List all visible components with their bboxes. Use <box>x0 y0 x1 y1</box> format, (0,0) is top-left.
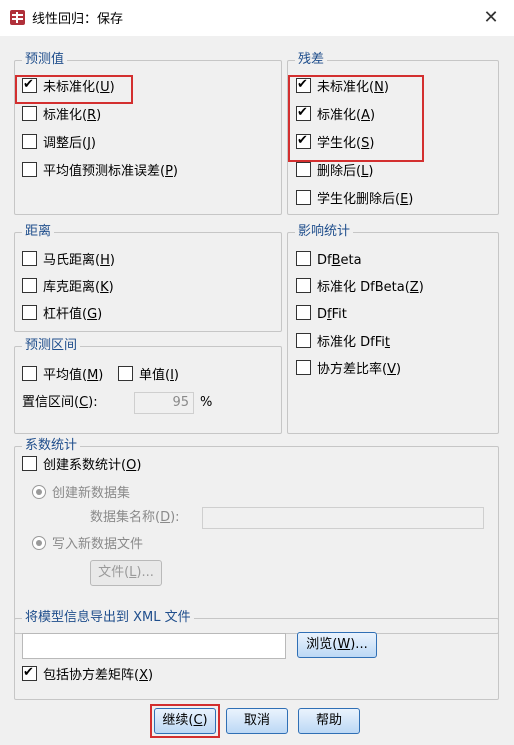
radio-dot[interactable] <box>32 485 46 499</box>
interval-individual-checkbox[interactable]: 单值(I) <box>118 366 179 386</box>
window-title: 线性回归：保存 <box>32 12 124 27</box>
checkbox-box[interactable] <box>22 663 37 683</box>
dialog-window: 线性回归：保存 ✕ 预测值 未标准化(U) 标准化(R) 调整后(J) 平均值预… <box>0 0 514 745</box>
checkbox-box[interactable] <box>22 278 37 293</box>
dataset-name-input[interactable] <box>202 507 484 529</box>
dataset-name-label: 数据集名称(D): <box>90 510 180 525</box>
write-new-data-file-radio[interactable]: 写入新数据文件 <box>32 535 143 555</box>
mahalanobis-checkbox[interactable]: 马氏距离(H) <box>22 251 115 271</box>
browse-button[interactable]: 浏览(W)... <box>297 632 377 658</box>
checkbox-box[interactable] <box>296 278 311 293</box>
influence-statistics-legend: 影响统计 <box>295 224 354 240</box>
highlight-box <box>15 75 133 104</box>
interval-mean-checkbox[interactable]: 平均值(M) <box>22 366 103 386</box>
checkbox-box[interactable] <box>296 360 311 375</box>
checkbox-box[interactable] <box>118 366 133 381</box>
checkbox-box[interactable] <box>22 251 37 266</box>
cooks-checkbox[interactable]: 库克距离(K) <box>22 278 114 298</box>
highlight-box <box>150 704 220 738</box>
residual-deleted-checkbox[interactable]: 删除后(L) <box>296 162 373 182</box>
xml-file-path-input[interactable] <box>22 633 286 659</box>
checkbox-box[interactable] <box>22 162 37 177</box>
dialog-body: 预测值 未标准化(U) 标准化(R) 调整后(J) 平均值预测标准误差(P) 残… <box>0 36 514 745</box>
leverage-checkbox[interactable]: 杠杆值(G) <box>22 305 102 325</box>
prediction-intervals-group: 预测区间 <box>14 338 282 434</box>
confidence-interval-value: 95 <box>172 395 189 410</box>
confidence-interval-input[interactable]: 95 <box>134 392 194 414</box>
checkbox-box[interactable] <box>296 333 311 348</box>
title-bar: 线性回归：保存 ✕ <box>0 0 514 36</box>
checkbox-box[interactable] <box>22 106 37 121</box>
confidence-interval-label: 置信区间(C): <box>22 395 98 410</box>
file-button[interactable]: 文件(L)... <box>90 560 162 586</box>
export-xml-legend: 将模型信息导出到 XML 文件 <box>22 610 194 626</box>
residual-studentized-deleted-checkbox[interactable]: 学生化删除后(E) <box>296 190 413 210</box>
prediction-intervals-legend: 预测区间 <box>22 338 81 354</box>
checkbox-box[interactable] <box>296 162 311 177</box>
cancel-button[interactable]: 取消 <box>226 708 288 734</box>
create-coefficient-stats-checkbox[interactable]: 创建系数统计(O) <box>22 456 141 476</box>
spss-app-icon <box>10 10 25 25</box>
dfbeta-checkbox[interactable]: DfBeta <box>296 251 362 271</box>
checkbox-box[interactable] <box>296 305 311 320</box>
export-xml-group: 将模型信息导出到 XML 文件 <box>14 610 499 700</box>
checkbox-box[interactable] <box>296 190 311 205</box>
checkbox-box[interactable] <box>22 456 37 471</box>
radio-dot[interactable] <box>32 536 46 550</box>
help-button[interactable]: 帮助 <box>298 708 360 734</box>
standardized-dffit-checkbox[interactable]: 标准化 DfFit <box>296 333 390 353</box>
checkbox-box[interactable] <box>296 251 311 266</box>
covariance-ratio-checkbox[interactable]: 协方差比率(V) <box>296 360 401 380</box>
coefficient-statistics-legend: 系数统计 <box>22 438 81 454</box>
predicted-adjusted-checkbox[interactable]: 调整后(J) <box>22 134 96 154</box>
checkbox-box[interactable] <box>22 366 37 381</box>
residuals-legend: 残差 <box>295 52 328 68</box>
predicted-standardized-checkbox[interactable]: 标准化(R) <box>22 106 101 126</box>
dffit-checkbox[interactable]: DfFit <box>296 305 347 325</box>
highlight-box <box>288 75 424 162</box>
checkbox-box[interactable] <box>22 134 37 149</box>
predicted-values-legend: 预测值 <box>22 52 68 68</box>
create-new-dataset-radio[interactable]: 创建新数据集 <box>32 484 130 504</box>
percent-sign: % <box>200 395 213 410</box>
distances-legend: 距离 <box>22 224 55 240</box>
predicted-se-mean-checkbox[interactable]: 平均值预测标准误差(P) <box>22 162 178 182</box>
include-covariance-checkbox[interactable]: 包括协方差矩阵(X) <box>22 663 153 686</box>
checkbox-box[interactable] <box>22 305 37 320</box>
close-icon[interactable]: ✕ <box>478 5 504 31</box>
standardized-dfbeta-checkbox[interactable]: 标准化 DfBeta(Z) <box>296 278 424 298</box>
